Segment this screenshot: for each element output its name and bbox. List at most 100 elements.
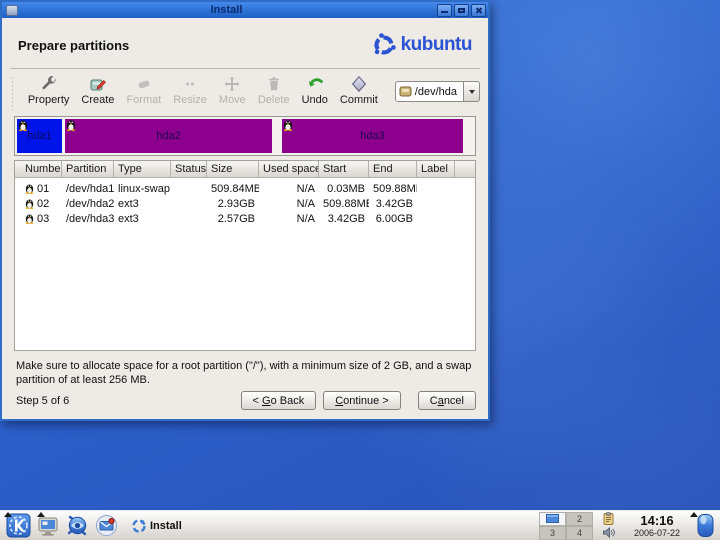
panel-arrow-icon xyxy=(37,512,45,517)
minimize-icon xyxy=(441,10,448,13)
kontact-button[interactable] xyxy=(92,512,120,540)
titlebar[interactable]: Install xyxy=(2,2,488,18)
panel-clock[interactable]: 14:16 2006-07-22 xyxy=(624,513,690,538)
clock-date: 2006-07-22 xyxy=(633,527,681,538)
move-label: Move xyxy=(218,94,246,106)
kubuntu-logo: kubuntu xyxy=(370,31,473,59)
undo-button[interactable]: Undo xyxy=(296,74,334,107)
commit-icon xyxy=(350,75,368,93)
toolbar-drag-handle[interactable] xyxy=(12,76,13,110)
continue-button[interactable]: Continue > xyxy=(323,391,401,410)
column-header-end[interactable]: End xyxy=(369,161,417,177)
toolbar: Property Create Format Resize Move Delet… xyxy=(2,69,488,110)
cell-used-space: N/A xyxy=(296,182,315,195)
close-icon xyxy=(474,7,483,14)
window-menu-icon[interactable] xyxy=(6,4,18,16)
partition-block-hda2[interactable]: hda2 xyxy=(65,119,272,153)
column-header-type[interactable]: Type xyxy=(114,161,171,177)
cell-end: 6.00GB xyxy=(375,212,413,225)
table-row[interactable]: 02 /dev/hda2 ext3 2.93GB N/A 509.88MB 3.… xyxy=(15,196,475,211)
instruction-text: Make sure to allocate space for a root p… xyxy=(16,360,472,386)
desktop-icon xyxy=(38,517,58,536)
taskbar-task-install[interactable]: Install xyxy=(132,518,182,533)
partition-block-label: hda1 xyxy=(27,130,52,142)
minimize-button[interactable] xyxy=(437,3,452,17)
cell-type: ext3 xyxy=(118,212,139,225)
partition-block-label: hda3 xyxy=(360,130,385,142)
column-header-label[interactable]: Label xyxy=(417,161,455,177)
column-header-partition[interactable]: Partition xyxy=(62,161,114,177)
desktop: Install Prepare partitions kubuntu Prope… xyxy=(0,0,720,540)
tux-icon xyxy=(25,213,34,224)
table-body: 01 /dev/hda1 linux-swap 509.84MB N/A 0.0… xyxy=(15,178,475,226)
tux-icon xyxy=(283,119,293,131)
create-button[interactable]: Create xyxy=(75,74,120,107)
column-header-status[interactable]: Status xyxy=(171,161,207,177)
column-header-size[interactable]: Size xyxy=(207,161,259,177)
resize-label: Resize xyxy=(173,94,207,106)
panel-arrow-icon xyxy=(690,512,698,517)
property-button[interactable]: Property xyxy=(22,74,76,107)
pager-desktop-1[interactable] xyxy=(539,511,566,526)
cell-size: 2.93GB xyxy=(217,197,255,210)
column-header-number[interactable]: Number xyxy=(15,161,62,177)
go-back-button[interactable]: < Go Back xyxy=(240,391,317,410)
table-header: Number Partition Type Status Size Used s… xyxy=(15,161,475,178)
disk-icon xyxy=(399,85,412,98)
cell-partition: /dev/hda2 xyxy=(66,197,114,210)
commit-label: Commit xyxy=(339,94,378,106)
device-selector-dropdown-button[interactable] xyxy=(464,81,480,102)
window-title: Install xyxy=(210,4,243,16)
column-header-used-space[interactable]: Used space xyxy=(259,161,319,177)
tux-icon xyxy=(25,183,34,194)
undo-label: Undo xyxy=(301,94,328,106)
maximize-button[interactable] xyxy=(454,3,469,17)
klipper-icon[interactable] xyxy=(602,512,615,525)
device-notifier-icon[interactable] xyxy=(696,513,715,538)
resize-button[interactable]: Resize xyxy=(167,74,213,107)
wrench-icon xyxy=(40,75,58,93)
cancel-button[interactable]: Cancel xyxy=(417,391,476,410)
cell-number: 03 xyxy=(37,212,50,225)
pager-desktop-3[interactable]: 3 xyxy=(539,525,566,540)
delete-label: Delete xyxy=(257,94,290,106)
panel-arrow-icon xyxy=(4,512,12,517)
konqueror-button[interactable] xyxy=(63,512,91,540)
cell-number: 01 xyxy=(37,182,50,195)
window-content: Prepare partitions kubuntu Property Crea… xyxy=(2,18,488,419)
close-button[interactable] xyxy=(471,3,486,17)
format-icon xyxy=(135,75,153,93)
maximize-icon xyxy=(458,7,465,13)
device-selector[interactable]: /dev/hda xyxy=(394,81,464,102)
cell-end: 509.88MB xyxy=(373,182,417,195)
chevron-down-icon xyxy=(468,89,475,94)
table-row[interactable]: 03 /dev/hda3 ext3 2.57GB N/A 3.42GB 6.00… xyxy=(15,211,475,226)
create-partition-icon xyxy=(89,75,107,93)
cell-partition: /dev/hda1 xyxy=(66,182,114,195)
partition-block-hda1[interactable]: hda1 xyxy=(17,119,62,153)
desktop-pager: 2 3 4 xyxy=(539,511,593,540)
cell-used-space: N/A xyxy=(296,197,315,210)
cell-start: 0.03MB xyxy=(327,182,365,195)
format-button[interactable]: Format xyxy=(120,74,167,107)
pager-label: 3 xyxy=(549,527,555,538)
cell-size: 509.84MB xyxy=(211,182,259,195)
table-row[interactable]: 01 /dev/hda1 linux-swap 509.84MB N/A 0.0… xyxy=(15,181,475,196)
commit-button[interactable]: Commit xyxy=(334,74,384,107)
step-indicator: Step 5 of 6 xyxy=(16,394,70,407)
pager-desktop-4[interactable]: 4 xyxy=(566,525,593,540)
volume-icon[interactable] xyxy=(602,526,615,539)
delete-button[interactable]: Delete xyxy=(252,74,296,107)
konqueror-icon xyxy=(67,515,86,536)
cell-type: linux-swap xyxy=(118,182,170,195)
column-header-start[interactable]: Start xyxy=(319,161,369,177)
partition-block-hda3[interactable]: hda3 xyxy=(282,119,463,153)
trash-icon xyxy=(265,75,283,93)
pager-desktop-2[interactable]: 2 xyxy=(566,511,593,526)
partition-bar: hda1 hda2 hda3 xyxy=(14,116,476,156)
pager-label: 2 xyxy=(576,513,582,524)
resize-icon xyxy=(181,75,199,93)
partition-table: Number Partition Type Status Size Used s… xyxy=(14,160,476,351)
kubuntu-logo-text: kubuntu xyxy=(400,34,473,55)
move-button[interactable]: Move xyxy=(213,74,252,107)
